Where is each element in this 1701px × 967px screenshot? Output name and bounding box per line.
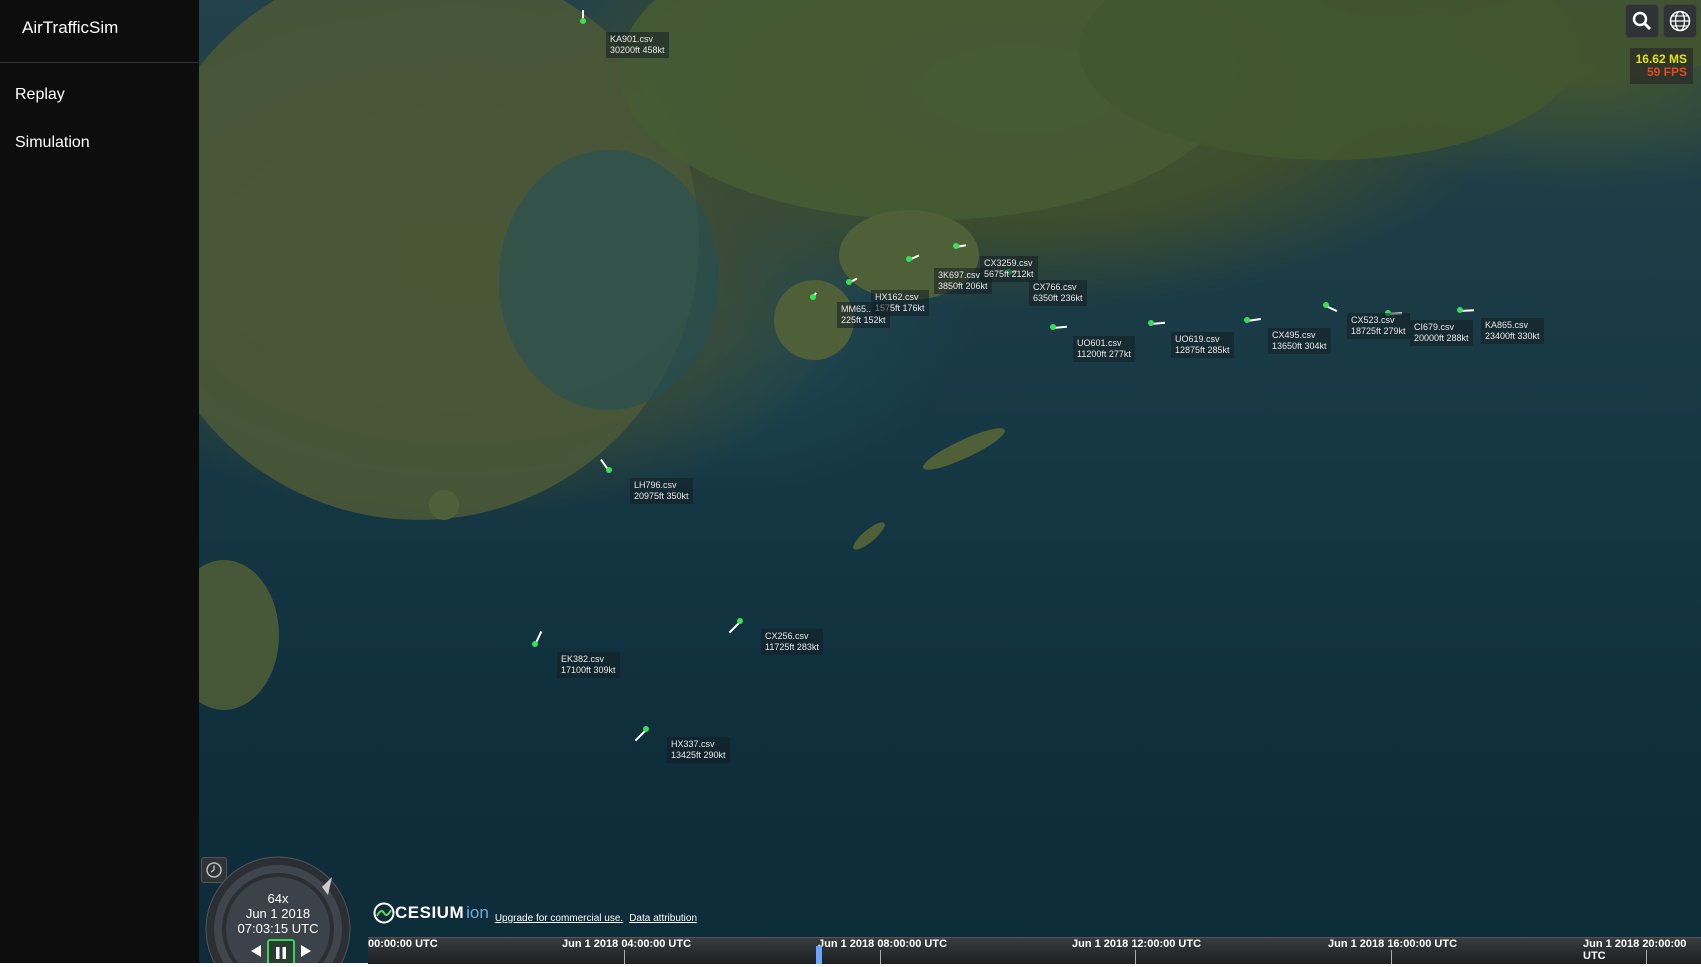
aircraft-label: UO619.csv 12875ft 285kt bbox=[1171, 332, 1234, 358]
island-small bbox=[849, 518, 889, 554]
timeline-needle[interactable] bbox=[816, 946, 822, 964]
aircraft-marker[interactable] bbox=[1323, 302, 1338, 312]
aircraft-label: CX3259.csv 5675ft 212kt bbox=[980, 256, 1038, 282]
timeline-tick-label: Jun 1 2018 12:00:00 UTC bbox=[1072, 938, 1202, 950]
animation-time: 07:03:15 UTC bbox=[237, 921, 319, 936]
pearl-river-estuary bbox=[499, 150, 719, 410]
aircraft-label: CX766.csv 6350ft 236kt bbox=[1029, 280, 1087, 306]
timeline-tick-label: Jun 1 2018 16:00:00 UTC bbox=[1328, 938, 1458, 950]
aircraft-marker[interactable] bbox=[906, 254, 920, 262]
credits-bar: CESIUM ion Upgrade for commercial use. D… bbox=[373, 902, 697, 924]
aircraft-label: CX256.csv 11725ft 283kt bbox=[761, 629, 823, 655]
aircraft-marker[interactable] bbox=[1050, 324, 1068, 330]
frame-rate: 59 FPS bbox=[1646, 65, 1687, 79]
aircraft-marker[interactable] bbox=[634, 726, 649, 742]
aircraft-label: CX523.csv 18725ft 279kt bbox=[1347, 313, 1410, 339]
performance-display: 16.62 MS 59 FPS bbox=[1629, 48, 1693, 84]
timeline-tick-label: Jun 1 2018 08:00:00 UTC bbox=[818, 938, 948, 950]
play-reverse-button[interactable] bbox=[244, 940, 268, 962]
sidebar-item-replay[interactable]: Replay bbox=[15, 86, 65, 104]
timeline-tick-label: Jun 1 2018 04:00:00 UTC bbox=[562, 938, 692, 950]
aircraft-marker[interactable] bbox=[580, 10, 586, 24]
play-forward-button[interactable] bbox=[294, 940, 318, 962]
sidebar: AirTrafficSim Replay Simulation bbox=[0, 0, 199, 963]
data-attribution-link[interactable]: Data attribution bbox=[629, 913, 697, 924]
sidebar-divider bbox=[0, 62, 199, 63]
aircraft-marker[interactable] bbox=[1457, 307, 1475, 313]
aircraft-marker[interactable] bbox=[600, 458, 612, 473]
coast-southwest bbox=[199, 560, 279, 710]
play-reverse-icon bbox=[251, 945, 261, 957]
scene-mode-button[interactable] bbox=[1663, 4, 1697, 38]
timeline-tick-label: 00:00:00 UTC bbox=[368, 938, 438, 950]
aircraft-label: CI679.csv 20000ft 288kt bbox=[1410, 320, 1473, 346]
island-chain bbox=[919, 421, 1009, 477]
aircraft-label: KA865.csv 23400ft 330kt bbox=[1481, 318, 1544, 344]
sidebar-item-simulation[interactable]: Simulation bbox=[15, 134, 90, 152]
cesium-logo-icon bbox=[373, 902, 395, 924]
animation-widget: 64x Jun 1 2018 07:03:15 UTC bbox=[204, 855, 352, 963]
aircraft-label: HX337.csv 13425ft 290kt bbox=[667, 737, 730, 763]
pause-icon bbox=[276, 947, 286, 959]
aircraft-label: LH796.csv 20975ft 350kt bbox=[630, 478, 693, 504]
search-button[interactable] bbox=[1625, 4, 1659, 38]
aircraft-marker[interactable] bbox=[728, 618, 743, 634]
pause-button[interactable] bbox=[267, 939, 295, 963]
timeline-tick-label: Jun 1 2018 20:00:00 UTC bbox=[1583, 938, 1687, 962]
island-west bbox=[429, 490, 459, 520]
cesium-map-viewer[interactable]: KA901.csv 30200ft 458kt 3K697.csv 3850ft 2… bbox=[199, 0, 1701, 963]
aircraft-label: MM65.. 225ft 152kt bbox=[837, 302, 890, 328]
aircraft-marker[interactable] bbox=[1244, 317, 1262, 323]
aircraft-label: EK382.csv 17100ft 309kt bbox=[557, 652, 620, 678]
cesium-logo-text: CESIUM bbox=[395, 903, 465, 922]
aircraft-label: UO601.csv 11200ft 277kt bbox=[1073, 336, 1135, 362]
aircraft-marker[interactable] bbox=[953, 243, 967, 249]
globe-icon bbox=[1669, 10, 1691, 32]
aircraft-marker[interactable] bbox=[846, 277, 858, 285]
timeline[interactable]: 00:00:00 UTC Jun 1 2018 04:00:00 UTC Jun… bbox=[368, 937, 1701, 964]
upgrade-link[interactable]: Upgrade for commercial use. bbox=[495, 913, 623, 924]
aircraft-marker[interactable] bbox=[810, 292, 817, 300]
aircraft-marker[interactable] bbox=[532, 630, 543, 647]
aircraft-marker[interactable] bbox=[1148, 320, 1166, 326]
search-icon bbox=[1632, 11, 1652, 31]
play-forward-icon bbox=[301, 945, 311, 957]
animation-date: Jun 1 2018 bbox=[245, 906, 311, 921]
map-toolbar bbox=[1625, 4, 1697, 38]
aircraft-label: CX495.csv 13650ft 304kt bbox=[1268, 328, 1331, 354]
cesium-ion-text: ion bbox=[466, 903, 489, 922]
aircraft-label: KA901.csv 30200ft 458kt bbox=[606, 32, 669, 58]
app-title: AirTrafficSim bbox=[22, 18, 119, 37]
animation-speed: 64x bbox=[267, 891, 289, 906]
